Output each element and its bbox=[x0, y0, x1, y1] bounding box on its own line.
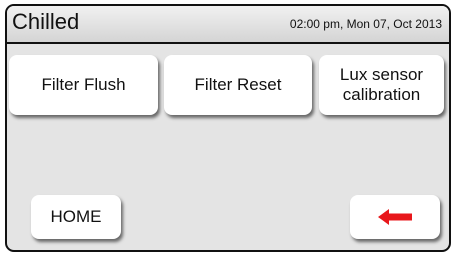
lux-sensor-calibration-button[interactable]: Lux sensor calibration bbox=[319, 55, 444, 115]
home-button[interactable]: HOME bbox=[31, 195, 121, 239]
filter-reset-label: Filter Reset bbox=[194, 74, 282, 94]
filter-flush-button[interactable]: Filter Flush bbox=[9, 55, 158, 115]
lux-sensor-calibration-label: Lux sensor calibration bbox=[340, 65, 423, 106]
filter-reset-button[interactable]: Filter Reset bbox=[164, 55, 312, 115]
date-time: 02:00 pm, Mon 07, Oct 2013 bbox=[289, 17, 442, 31]
filter-flush-label: Filter Flush bbox=[41, 74, 126, 94]
page-title: Chilled bbox=[12, 9, 80, 34]
back-arrow-icon bbox=[378, 209, 412, 225]
lux-label-line1: Lux sensor bbox=[339, 64, 424, 84]
lux-label-line2: calibration bbox=[342, 85, 421, 104]
header-bar: Chilled 02:00 pm, Mon 07, Oct 2013 bbox=[7, 6, 449, 44]
home-label: HOME bbox=[50, 206, 102, 226]
back-button[interactable] bbox=[350, 195, 440, 239]
